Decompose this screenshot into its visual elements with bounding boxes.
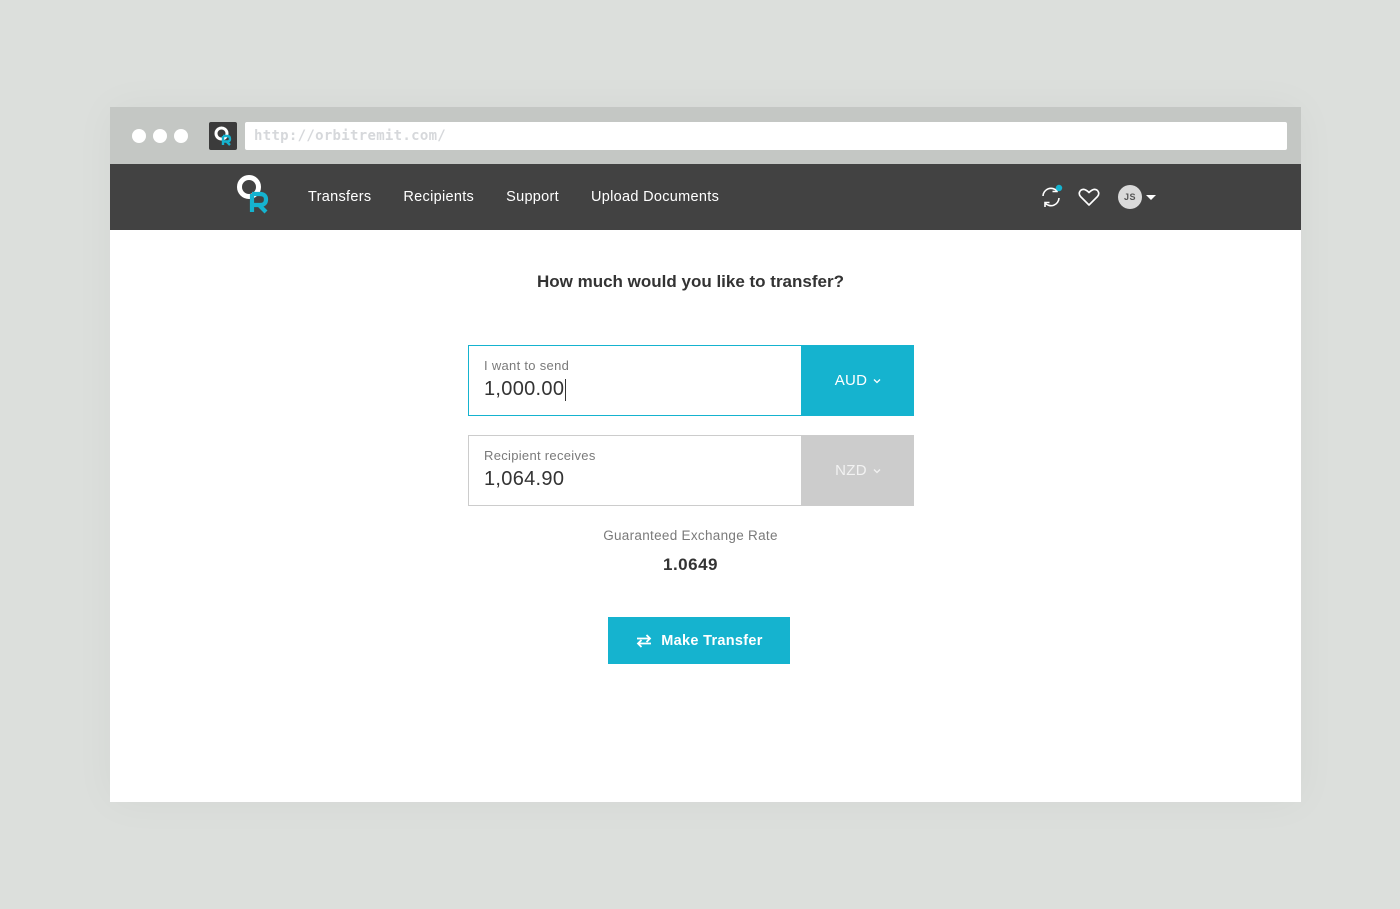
- send-amount-group: I want to send 1,000.00 AUD: [468, 345, 914, 416]
- send-amount-label: I want to send: [484, 358, 570, 373]
- receive-amount-input[interactable]: Recipient receives 1,064.90: [468, 435, 802, 506]
- chevron-down-icon: [873, 468, 881, 473]
- favicon-icon: [209, 122, 237, 150]
- window-minimize-dot[interactable]: [153, 129, 167, 143]
- chevron-down-icon: [873, 378, 881, 383]
- send-amount-input[interactable]: I want to send 1,000.00: [468, 345, 802, 416]
- user-menu[interactable]: JS: [1118, 185, 1156, 209]
- nav-transfers[interactable]: Transfers: [308, 189, 371, 205]
- exchange-rate-label: Guaranteed Exchange Rate: [603, 528, 778, 543]
- window-maximize-dot[interactable]: [174, 129, 188, 143]
- receive-amount-group: Recipient receives 1,064.90 NZD: [468, 435, 914, 506]
- text-cursor: [565, 378, 567, 401]
- send-currency-select[interactable]: AUD: [802, 345, 914, 416]
- sync-icon[interactable]: [1038, 184, 1064, 210]
- make-transfer-label: Make Transfer: [661, 632, 763, 649]
- address-bar[interactable]: http://orbitremit.com/: [245, 122, 1287, 150]
- receive-currency-select[interactable]: NZD: [802, 435, 914, 506]
- nav-actions: JS: [1038, 184, 1156, 210]
- browser-window: http://orbitremit.com/ Transfers Recipie…: [110, 107, 1301, 802]
- top-navbar: Transfers Recipients Support Upload Docu…: [110, 164, 1301, 230]
- receive-currency-label: NZD: [835, 462, 867, 479]
- avatar: JS: [1118, 185, 1142, 209]
- receive-amount-value: 1,064.90: [484, 468, 565, 490]
- receive-amount-label: Recipient receives: [484, 448, 596, 463]
- send-currency-label: AUD: [834, 372, 868, 389]
- caret-down-icon: [1146, 194, 1156, 200]
- window-close-dot[interactable]: [132, 129, 146, 143]
- orbitremit-logo[interactable]: [236, 174, 272, 218]
- swap-arrows-icon: [637, 633, 652, 648]
- heart-icon[interactable]: [1076, 184, 1102, 210]
- exchange-rate-value: 1.0649: [663, 555, 718, 574]
- make-transfer-button[interactable]: Make Transfer: [608, 617, 790, 664]
- page-heading: How much would you like to transfer?: [537, 272, 844, 291]
- nav-support[interactable]: Support: [506, 189, 559, 205]
- main-nav: Transfers Recipients Support Upload Docu…: [308, 164, 751, 230]
- send-amount-value: 1,000.00: [484, 378, 565, 400]
- browser-chrome: http://orbitremit.com/: [110, 107, 1301, 164]
- nav-upload-documents[interactable]: Upload Documents: [591, 189, 719, 205]
- nav-recipients[interactable]: Recipients: [403, 189, 474, 205]
